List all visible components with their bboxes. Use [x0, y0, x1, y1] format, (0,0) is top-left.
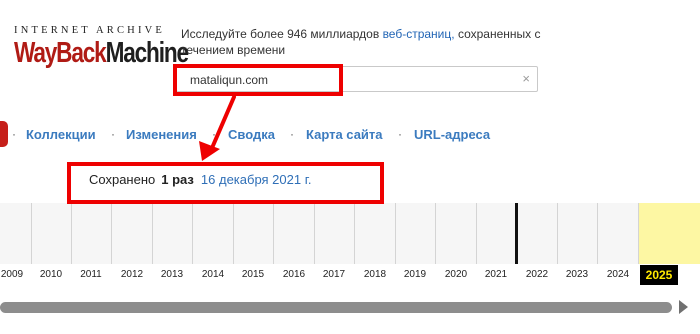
intro-text-before: Исследуйте более 946 миллиардов [181, 27, 380, 41]
year-label[interactable]: 2009 [0, 269, 32, 280]
timeline-year-column[interactable] [558, 203, 598, 264]
timeline-year-column[interactable] [0, 203, 32, 264]
nav-link-site-map[interactable]: Карта сайта [306, 127, 383, 142]
nav-separator: · [212, 127, 216, 141]
logo-wordmark: WayBackMachine [14, 37, 189, 69]
year-label[interactable]: 2010 [31, 269, 71, 280]
year-label[interactable]: 2024 [598, 269, 638, 280]
year-label[interactable]: 2015 [233, 269, 273, 280]
timeline-year-column[interactable] [153, 203, 193, 264]
snapshot-bar[interactable] [515, 203, 518, 264]
nav-separator: · [12, 127, 16, 141]
year-label[interactable]: 2016 [274, 269, 314, 280]
timeline-year-column[interactable] [517, 203, 558, 264]
scroll-right-arrow-icon[interactable] [679, 300, 688, 314]
nav-link-collections[interactable]: Коллекции [26, 127, 96, 142]
year-label[interactable]: 2012 [112, 269, 152, 280]
timeline-year-column[interactable] [112, 203, 153, 264]
intro-text: Исследуйте более 946 миллиардов веб-стра… [181, 26, 541, 58]
logo-internet-archive-text: INTERNET ARCHIVE [14, 25, 166, 36]
timeline-year-column[interactable] [193, 203, 234, 264]
clear-icon[interactable]: × [522, 71, 530, 86]
timeline-year-column[interactable] [315, 203, 355, 264]
timeline-year-labels: 2009 2010 2011 2012 2013 2014 2015 2016 … [0, 265, 700, 287]
timeline-year-column[interactable] [477, 203, 517, 264]
timeline-year-column[interactable] [32, 203, 72, 264]
nav-link-urls[interactable]: URL-адреса [414, 127, 490, 142]
year-label-current[interactable]: 2025 [640, 265, 678, 285]
year-label[interactable]: 2014 [193, 269, 233, 280]
nav-separator: · [290, 127, 294, 141]
timeline-year-column[interactable] [396, 203, 436, 264]
nav-link-changes[interactable]: Изменения [126, 127, 197, 142]
timeline-year-column[interactable] [234, 203, 274, 264]
timeline-year-column[interactable] [72, 203, 112, 264]
web-pages-link[interactable]: веб-страниц, [383, 27, 455, 41]
timeline-year-column[interactable] [274, 203, 315, 264]
nav-separator: · [111, 127, 115, 141]
year-label[interactable]: 2022 [517, 269, 557, 280]
timeline-year-column[interactable] [355, 203, 396, 264]
wayback-machine-logo[interactable]: INTERNET ARCHIVE WayBackMachine [14, 25, 189, 85]
timeline-scrollbar[interactable] [0, 302, 672, 313]
logo-wordmark-wayback: WayBack [14, 37, 107, 69]
year-label[interactable]: 2023 [557, 269, 597, 280]
nav-link-summary[interactable]: Сводка [228, 127, 275, 142]
timeline-year-column[interactable] [598, 203, 639, 264]
year-label[interactable]: 2018 [355, 269, 395, 280]
year-label[interactable]: 2019 [395, 269, 435, 280]
timeline-year-column[interactable] [436, 203, 477, 264]
year-label[interactable]: 2011 [71, 269, 111, 280]
annotation-box-search [173, 64, 343, 96]
annotation-box-saved [67, 162, 384, 204]
nav-calendar-tab-edge[interactable] [0, 121, 8, 147]
year-label[interactable]: 2020 [436, 269, 476, 280]
nav-separator: · [398, 127, 402, 141]
year-label[interactable]: 2013 [152, 269, 192, 280]
year-label[interactable]: 2021 [476, 269, 516, 280]
timeline-chart[interactable] [0, 203, 700, 264]
timeline-current-year-column[interactable] [639, 203, 700, 264]
year-label[interactable]: 2017 [314, 269, 354, 280]
